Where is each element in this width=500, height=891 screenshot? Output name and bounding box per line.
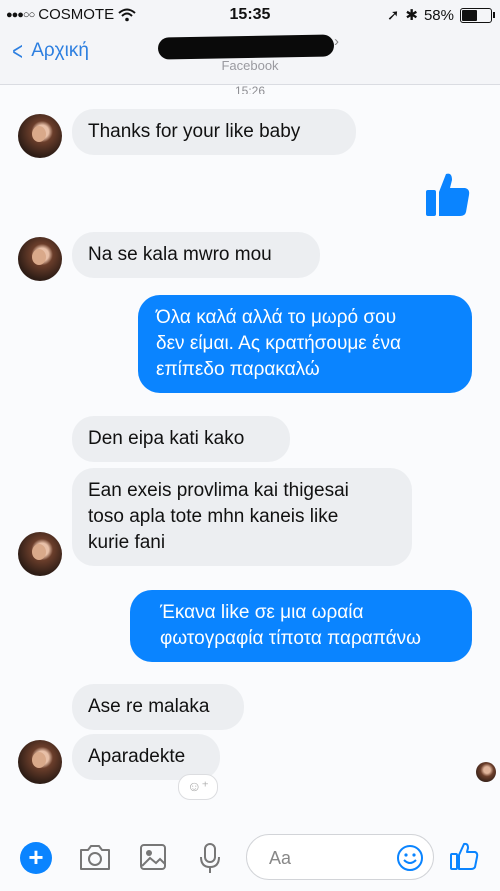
message-bubble-incoming[interactable]: Thanks for your like baby xyxy=(72,109,356,155)
message-bubble-outgoing[interactable]: Έκανα like σε μια ωραία φωτογραφία τίποτ… xyxy=(130,590,472,662)
conversation-header: < Αρχική › Facebook xyxy=(0,28,500,85)
message-bubble-incoming[interactable]: Na se kala mwro mou xyxy=(72,232,320,278)
location-icon: ➚ xyxy=(386,7,400,24)
microphone-icon[interactable] xyxy=(198,842,222,876)
battery-icon xyxy=(460,7,495,23)
avatar[interactable] xyxy=(18,237,62,281)
avatar[interactable] xyxy=(18,740,62,784)
seen-indicator-avatar xyxy=(476,762,496,782)
contact-name-redacted[interactable] xyxy=(157,34,335,60)
camera-icon[interactable] xyxy=(78,842,112,872)
message-line: toso apla tote mhn kaneis like xyxy=(88,506,339,527)
message-text: Den eipa kati kako xyxy=(88,428,245,449)
bluetooth-icon: ✱ xyxy=(405,7,418,24)
message-bubble-incoming[interactable]: Ase re malaka xyxy=(72,684,244,730)
gallery-icon[interactable] xyxy=(138,842,168,872)
thumbs-up-icon[interactable] xyxy=(448,840,480,872)
status-bar: ●●●○○ COSMOTE 15:35 ➚ ✱ 58% xyxy=(0,0,500,28)
message-composer: + xyxy=(0,820,500,891)
thumbs-up-icon[interactable] xyxy=(422,170,472,220)
message-line: Έκανα like σε μια ωραία xyxy=(160,602,364,623)
message-bubble-outgoing[interactable]: Όλα καλά αλλά το μωρό σου δεν είμαι. Ας … xyxy=(138,295,472,393)
message-line: kurie fani xyxy=(88,532,166,553)
message-line: Ean exeis provlima kai thigesai xyxy=(88,480,349,501)
message-input[interactable] xyxy=(267,847,381,870)
message-timestamp: 15:26 xyxy=(234,84,266,94)
message-line: φωτογραφία τίποτα παραπάνω xyxy=(160,628,421,649)
status-indicators: ➚ ✱ 58% xyxy=(386,6,495,24)
message-text: Na se kala mwro mou xyxy=(88,244,272,265)
message-text: Thanks for your like baby xyxy=(88,121,301,142)
message-input-container[interactable] xyxy=(246,834,434,880)
add-reaction-button[interactable]: ☺⁺ xyxy=(178,774,218,800)
message-text: Aparadekte xyxy=(88,746,186,767)
message-text: Ase re malaka xyxy=(88,696,210,717)
emoji-icon[interactable] xyxy=(395,843,425,873)
plus-icon[interactable]: + xyxy=(20,842,52,874)
message-line: επίπεδο παρακαλώ xyxy=(156,359,320,380)
avatar[interactable] xyxy=(18,114,62,158)
message-bubble-incoming[interactable]: Den eipa kati kako xyxy=(72,416,290,462)
conversation-subtitle: Facebook xyxy=(221,58,279,73)
avatar[interactable] xyxy=(18,532,62,576)
message-bubble-incoming[interactable]: Ean exeis provlima kai thigesai toso apl… xyxy=(72,468,412,566)
message-line: δεν είμαι. Ας κρατήσουμε ένα xyxy=(156,333,401,354)
battery-fill xyxy=(462,9,478,21)
chevron-right-icon[interactable]: › xyxy=(334,33,339,50)
message-line: Όλα καλά αλλά το μωρό σου xyxy=(156,307,397,328)
battery-percent: 58% xyxy=(423,6,454,24)
